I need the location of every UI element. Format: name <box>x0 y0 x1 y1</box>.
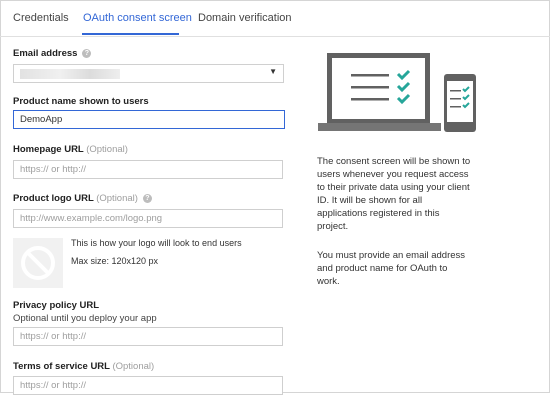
product-name-label: Product name shown to users <box>13 96 149 107</box>
info-paragraph-requirements: You must provide an email address and pr… <box>317 250 466 287</box>
tab-bar: Credentials OAuth consent screen Domain … <box>0 0 550 37</box>
product-name-field[interactable] <box>13 110 285 129</box>
help-icon[interactable]: ? <box>142 193 152 203</box>
chevron-down-icon: ▼ <box>269 67 277 76</box>
privacy-label: Privacy policy URL <box>13 300 100 311</box>
laptop-phone-illustration <box>318 53 476 132</box>
logo-preview-caption: This is how your logo will look to end u… <box>71 238 242 248</box>
logo-max-size: Max size: 120x120 px <box>71 256 159 266</box>
email-select[interactable]: ▼ <box>13 64 284 83</box>
privacy-sublabel: Optional until you deploy your app <box>13 313 157 324</box>
help-icon[interactable]: ? <box>82 48 92 58</box>
redacted-email-value <box>20 69 120 79</box>
homepage-label: Homepage URL (Optional) <box>13 144 128 155</box>
tab-domain-verification[interactable]: Domain verification <box>198 12 292 24</box>
tab-oauth-consent-screen[interactable]: OAuth consent screen <box>83 12 192 24</box>
privacy-url-field[interactable] <box>13 327 283 346</box>
logo-url-label: Product logo URL (Optional)? <box>13 193 152 204</box>
homepage-url-field[interactable] <box>13 160 283 179</box>
active-tab-indicator <box>82 33 179 35</box>
logo-preview <box>13 238 63 288</box>
tab-credentials[interactable]: Credentials <box>13 12 69 24</box>
terms-label: Terms of service URL (Optional) <box>13 361 155 372</box>
laptop-base <box>318 123 441 131</box>
no-image-icon <box>21 246 55 280</box>
info-paragraph-consent: The consent screen will be shown to user… <box>317 156 471 232</box>
logo-url-field[interactable] <box>13 209 283 228</box>
email-label: Email address? <box>13 48 92 59</box>
terms-url-field[interactable] <box>13 376 283 395</box>
